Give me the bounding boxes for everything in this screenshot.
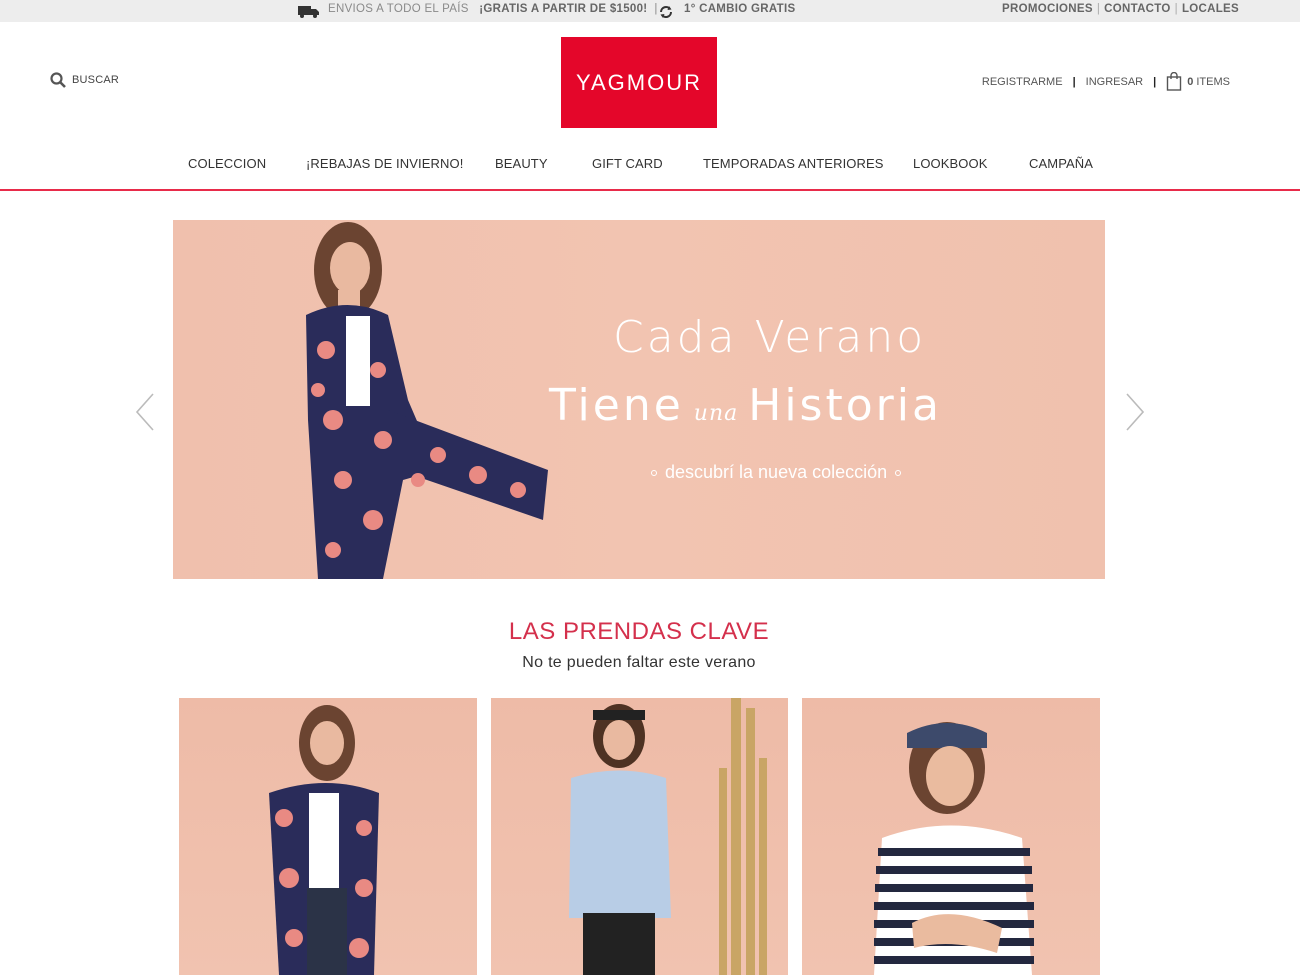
nav-item-campana[interactable]: CAMPAÑA (1029, 156, 1093, 171)
hero-line2-a: Tiene (549, 380, 684, 431)
section-subtitle: No te pueden faltar este verano (522, 654, 756, 671)
shipping-prefix: ENVIOS A TODO EL PAÍS (328, 3, 469, 15)
nav-item-rebajas[interactable]: ¡REBAJAS DE INVIERNO! (306, 156, 463, 171)
locales-link[interactable]: LOCALES (1182, 3, 1239, 15)
brand-logo[interactable]: YAGMOUR (561, 37, 717, 128)
shopping-bag-icon (1166, 72, 1182, 91)
product-image-kimono (269, 705, 379, 975)
promociones-link[interactable]: PROMOCIONES (1002, 3, 1093, 15)
hero-headline-line1: Cada Verano (613, 312, 927, 363)
chevron-right-icon[interactable] (1124, 392, 1146, 432)
section-title: LAS PRENDAS CLAVE (508, 618, 770, 645)
cart-count: 0 (1187, 75, 1194, 88)
product-image-striped-tee (874, 722, 1034, 975)
nav-divider (0, 189, 1300, 191)
product-card-kimono[interactable] (179, 698, 477, 975)
nav-item-beauty[interactable]: BEAUTY (495, 156, 548, 171)
product-card-shirt[interactable] (491, 698, 788, 975)
cart-label: ITEMS (1196, 75, 1230, 88)
product-image-shirt (569, 698, 767, 975)
shipping-free-text: ¡GRATIS A PARTIR DE $1500! (479, 3, 648, 15)
search-button[interactable]: BUSCAR (50, 72, 119, 88)
cart-button[interactable]: 0 ITEMS (1166, 72, 1230, 91)
register-link[interactable]: REGISTRARME (982, 76, 1063, 88)
product-card-striped-tee[interactable] (802, 698, 1100, 975)
hero-line2-una: una (693, 401, 739, 426)
exchange-promo: 1° CAMBIO GRATIS (684, 3, 796, 15)
main-nav: COLECCION ¡REBAJAS DE INVIERNO! BEAUTY G… (0, 156, 1300, 176)
hero-headline-line2: Tiene una Historia (549, 380, 942, 431)
search-label: BUSCAR (72, 74, 120, 86)
nav-item-gift-card[interactable]: GIFT CARD (592, 156, 663, 171)
top-links: PROMOCIONES | CONTACTO | LOCALES (1002, 3, 1239, 15)
nav-item-lookbook[interactable]: LOOKBOOK (913, 156, 988, 171)
logo-text: YAGMOUR (575, 69, 703, 95)
hero-subtitle: descubrí la nueva colección (665, 462, 888, 482)
top-promo-bar: ENVIOS A TODO EL PAÍS ¡GRATIS A PARTIR D… (0, 0, 1300, 22)
hero-subtitle-link[interactable]: descubrí la nueva colección (643, 462, 909, 483)
refresh-icon (660, 6, 672, 18)
hero-banner[interactable]: Cada Verano Tiene una Historia descubrí la… (173, 220, 1105, 579)
hero-line2-b: Historia (748, 380, 942, 431)
login-link[interactable]: INGRESAR (1086, 76, 1143, 88)
chevron-left-icon[interactable] (134, 392, 156, 432)
nav-item-temporadas[interactable]: TEMPORADAS ANTERIORES (703, 156, 884, 171)
nav-item-coleccion[interactable]: COLECCION (188, 156, 266, 171)
hero-model-image (306, 222, 548, 579)
shipping-promo: ENVIOS A TODO EL PAÍS ¡GRATIS A PARTIR D… (328, 3, 658, 15)
truck-icon (298, 6, 319, 18)
contacto-link[interactable]: CONTACTO (1104, 3, 1171, 15)
search-icon (50, 72, 66, 88)
account-links: REGISTRARME | INGRESAR | 0 ITEMS (982, 72, 1230, 91)
